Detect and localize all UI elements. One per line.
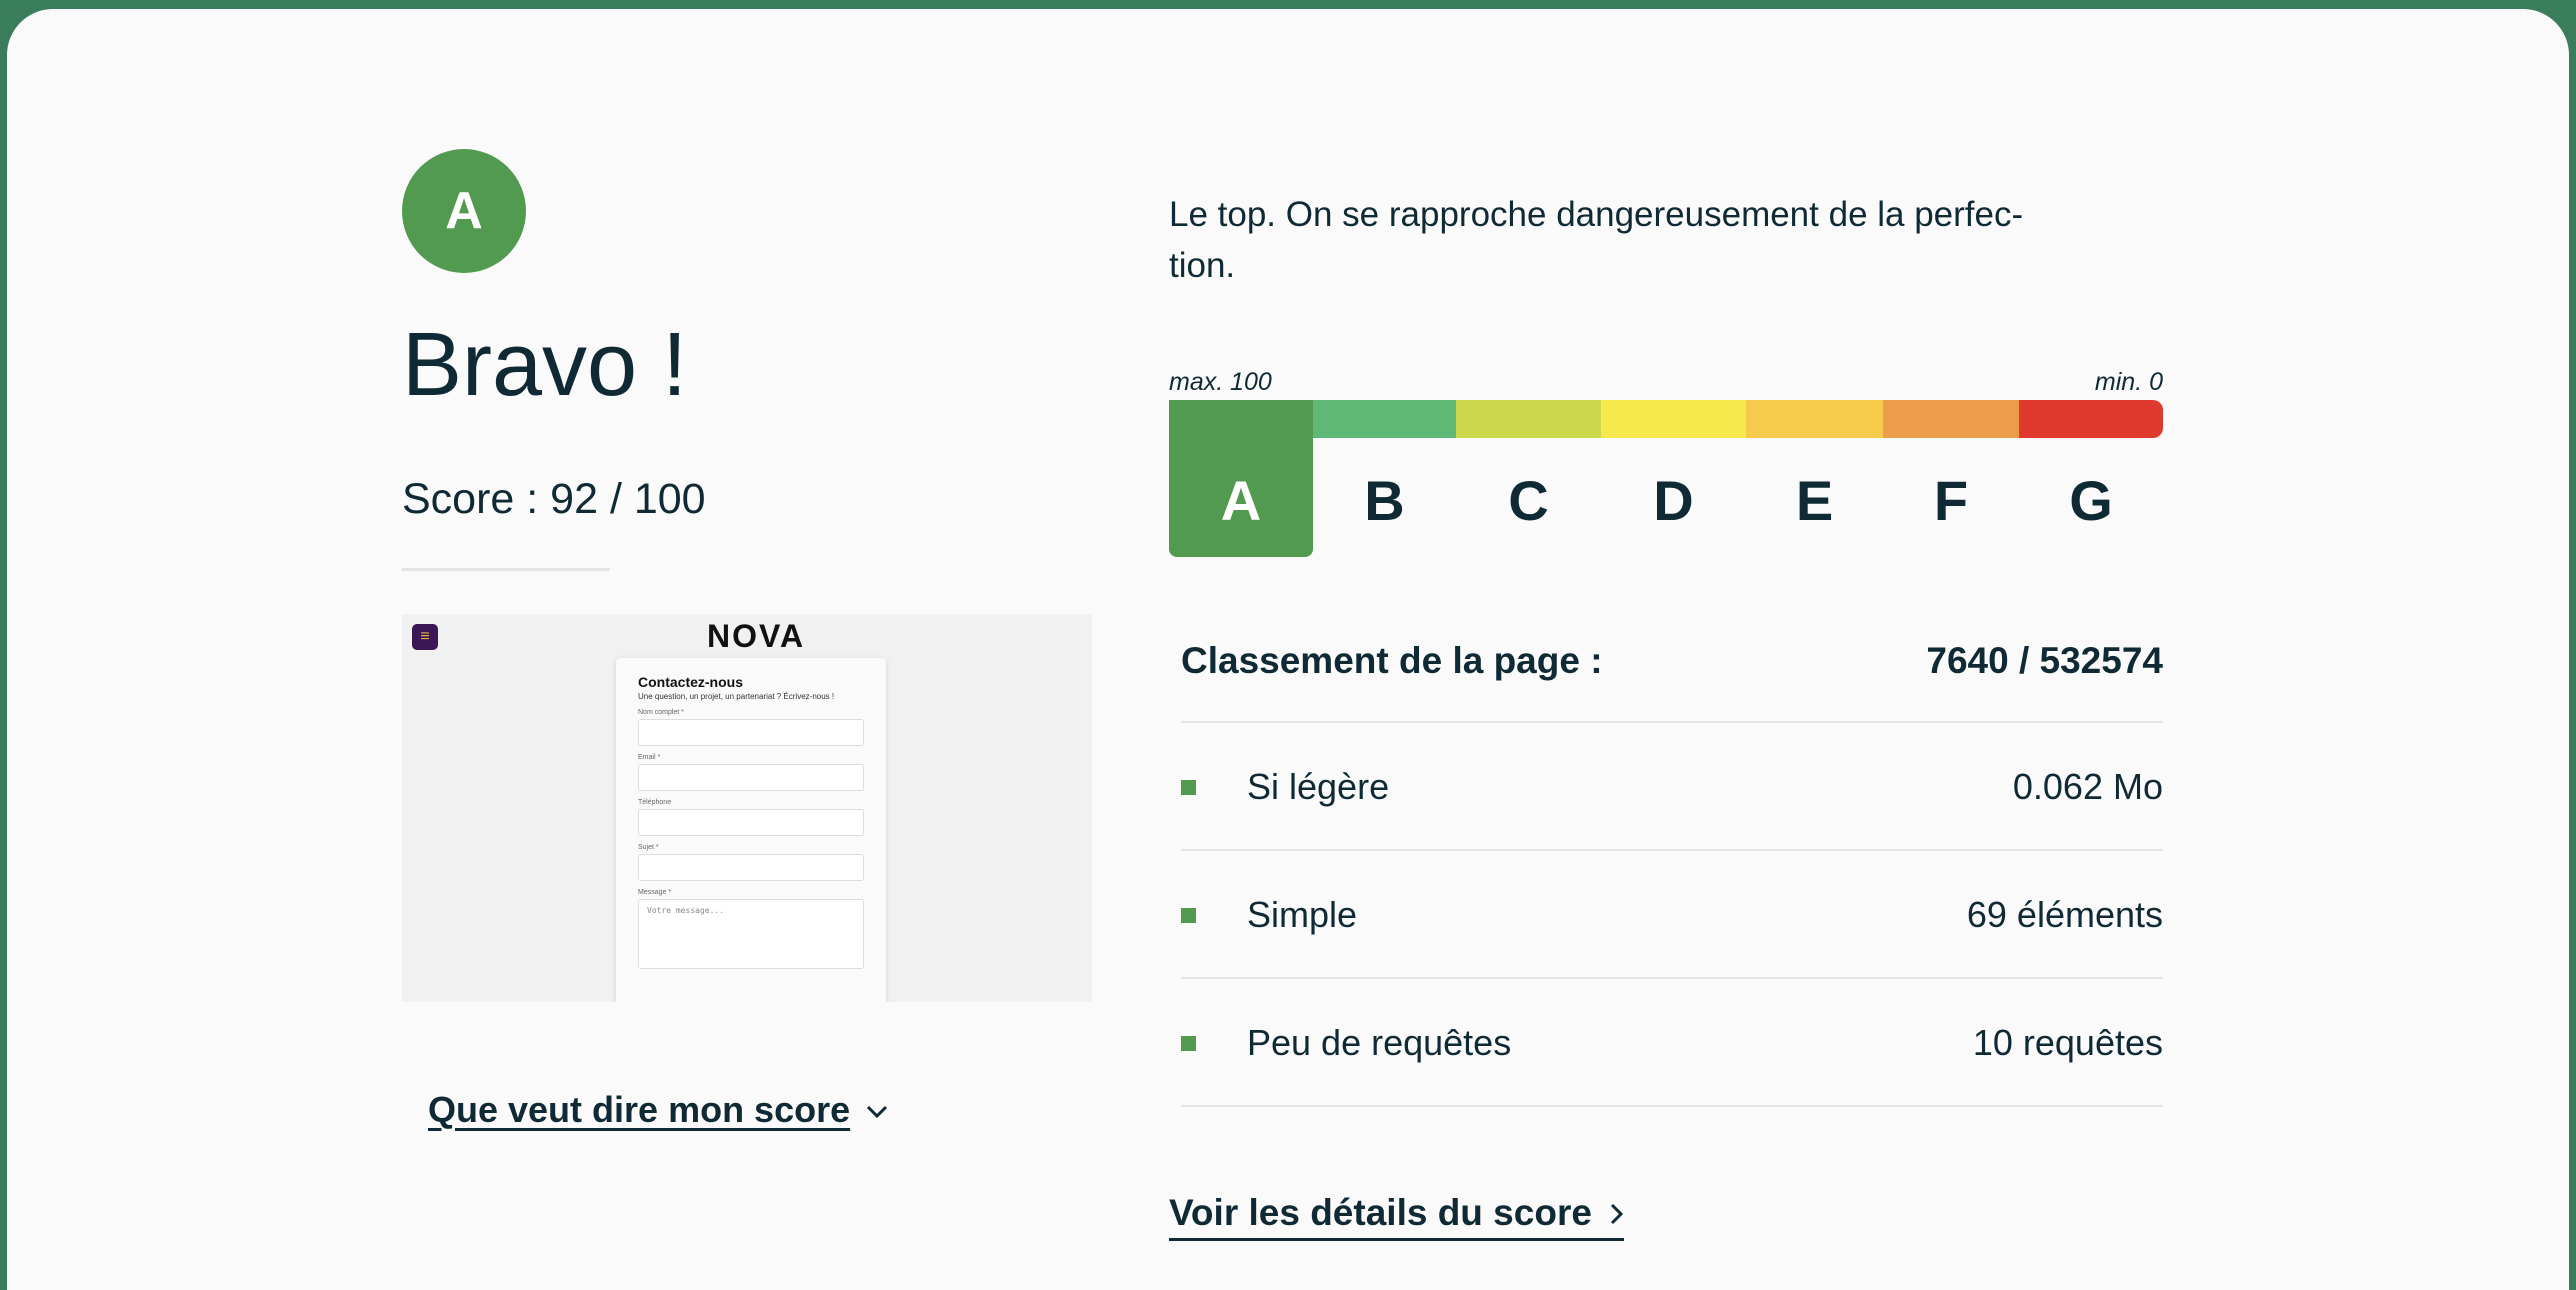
divider — [402, 568, 610, 571]
thumbnail-contact-form: Contactez-nous Une question, un projet, … — [616, 658, 886, 1002]
ranking-value: 7640 / 532574 — [1926, 640, 2163, 681]
grade-badge: A — [402, 149, 526, 273]
thumbnail-field-input — [638, 809, 864, 836]
grade-f: F — [1933, 469, 1969, 532]
score-details-link[interactable]: Voir les détails du score — [1169, 1192, 1624, 1241]
status-square-icon — [1181, 907, 1196, 923]
divider — [1181, 721, 2163, 723]
result-heading: Bravo ! — [402, 315, 688, 415]
divider — [1181, 977, 2163, 979]
grade-scale: A B C D E F G — [1169, 400, 2163, 557]
score-details-label: Voir les détails du score — [1169, 1192, 1592, 1233]
divider — [1181, 849, 2163, 851]
page-ranking: Classement de la page : 7640 / 532574 — [1181, 640, 2163, 682]
scale-max-label: max. 100 — [1169, 368, 1272, 396]
metric-label: Peu de requêtes — [1247, 1022, 1512, 1063]
metric-label: Si légère — [1247, 766, 1390, 807]
chevron-down-icon — [866, 1094, 888, 1126]
grade-b: B — [1364, 469, 1405, 532]
metric-value: 69 éléments — [1966, 894, 2163, 935]
score-text: Score : 92 / 100 — [402, 475, 706, 523]
grade-d: D — [1653, 469, 1694, 532]
metric-row: Peu de requêtes 10 requêtes — [1181, 1022, 2163, 1064]
divider — [1181, 1105, 2163, 1107]
hamburger-menu-icon: ≡ — [412, 624, 438, 650]
thumbnail-field-label: Message * — [638, 889, 672, 896]
thumbnail-field-label: Nom complet * — [638, 709, 684, 716]
thumbnail-form-title: Contactez-nous — [638, 674, 743, 690]
grade-description: Le top. On se rapproche dangereusement d… — [1169, 195, 2024, 285]
score-meaning-toggle[interactable]: Que veut dire mon score — [428, 1089, 888, 1131]
thumbnail-field-input — [638, 854, 864, 881]
grade-e: E — [1795, 469, 1834, 532]
thumbnail-field-label: Sujet * — [638, 844, 659, 851]
metric-value: 0.062 Mo — [2012, 766, 2163, 807]
thumbnail-message-input: Votre message... — [638, 899, 864, 969]
grade-g: G — [2069, 469, 2113, 532]
status-square-icon — [1181, 779, 1196, 795]
thumbnail-field-label: Email * — [638, 754, 661, 761]
thumbnail-field-label: Téléphone — [638, 799, 672, 806]
score-meaning-label: Que veut dire mon score — [428, 1089, 851, 1130]
thumbnail-form-subtitle: Une question, un projet, un partenariat … — [638, 692, 835, 701]
thumbnail-field-input — [638, 764, 864, 791]
metric-row: Simple 69 éléments — [1181, 894, 2163, 936]
thumbnail-logo: NOVA — [707, 618, 806, 654]
grade-a: A — [1169, 400, 1313, 557]
metric-row: Si légère 0.062 Mo — [1181, 766, 2163, 808]
metric-value: 10 requêtes — [1972, 1022, 2163, 1063]
grade-c: C — [1508, 469, 1549, 532]
ranking-label: Classement de la page : — [1181, 640, 1603, 681]
scale-min-label: min. 0 — [2094, 368, 2163, 396]
status-square-icon — [1181, 1035, 1196, 1051]
thumbnail-field-input — [638, 719, 864, 746]
metric-label: Simple — [1247, 894, 1358, 935]
page-screenshot-thumbnail: ≡ NOVA Contactez-nous Une question, un p… — [402, 614, 1092, 1002]
chevron-right-icon — [1610, 1192, 1624, 1234]
